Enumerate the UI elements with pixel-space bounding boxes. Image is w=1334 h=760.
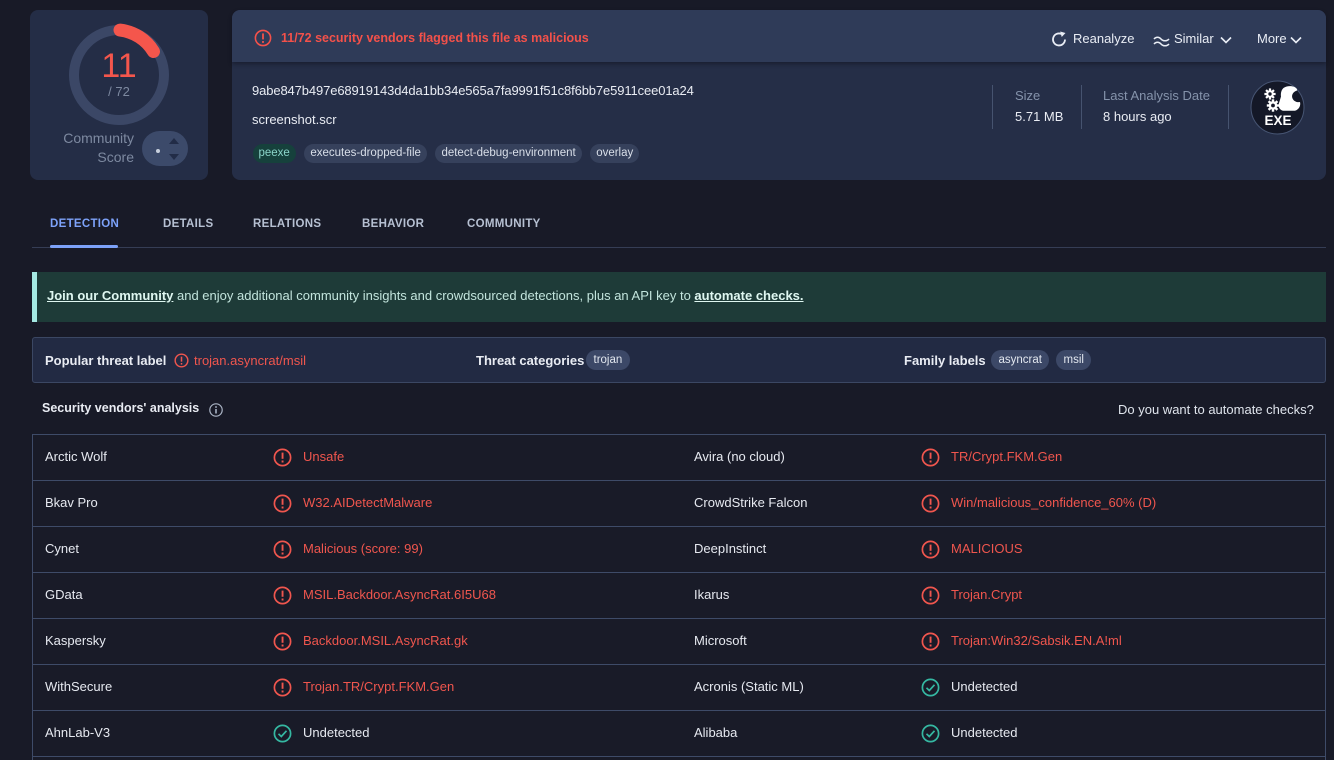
svg-text:EXE: EXE — [1264, 113, 1291, 128]
